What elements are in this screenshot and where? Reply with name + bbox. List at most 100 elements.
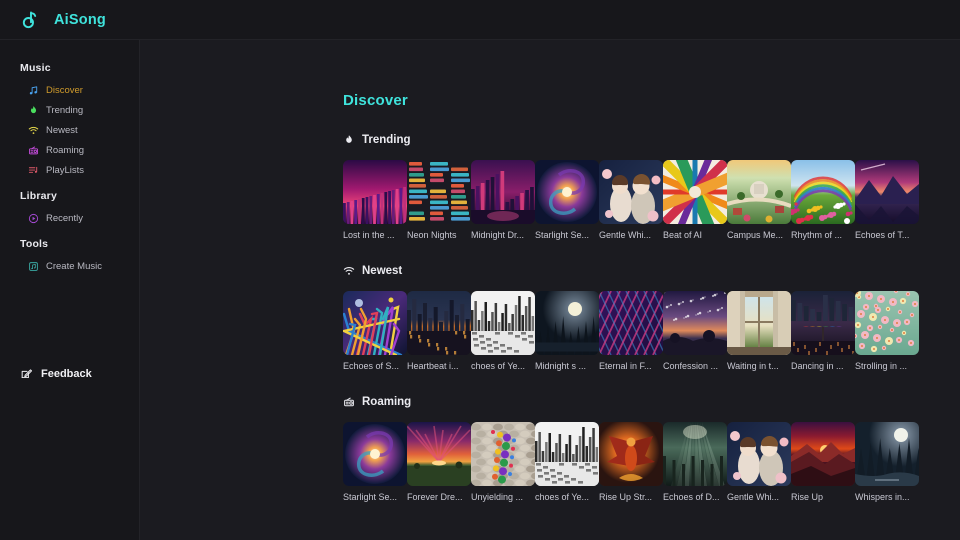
song-title: Gentle Whi... <box>599 231 663 241</box>
sidebar-item-recently[interactable]: Recently <box>0 208 139 228</box>
song-cover-art[interactable] <box>599 291 663 355</box>
song-card[interactable]: Lost in the ... <box>343 160 407 241</box>
song-cover-art[interactable] <box>855 160 919 224</box>
song-card[interactable]: Campus Me... <box>727 160 791 241</box>
song-title: Starlight Se... <box>535 231 599 241</box>
song-card[interactable]: Neon Nights <box>407 160 471 241</box>
song-cover-art[interactable] <box>343 160 407 224</box>
song-cover-art[interactable] <box>663 291 727 355</box>
song-cover-art[interactable] <box>407 422 471 486</box>
song-card[interactable]: Unyielding ... <box>471 422 535 503</box>
song-card[interactable]: Echoes of D... <box>663 422 727 503</box>
song-card[interactable]: Whispers in... <box>855 422 919 503</box>
song-cover-art[interactable] <box>343 422 407 486</box>
card-row: Lost in the ...Neon NightsMidnight Dr...… <box>343 160 960 241</box>
song-card[interactable]: Starlight Se... <box>343 422 407 503</box>
song-card[interactable]: Heartbeat i... <box>407 291 471 372</box>
page-title: Discover <box>343 92 960 109</box>
song-title: Eternal in F... <box>599 362 663 372</box>
song-title: Campus Me... <box>727 231 791 241</box>
song-card[interactable]: Eternal in F... <box>599 291 663 372</box>
song-title: choes of Ye... <box>535 493 599 503</box>
section-newest: NewestEchoes of S...Heartbeat i...choes … <box>343 265 960 372</box>
feedback-button[interactable]: Feedback <box>0 367 92 380</box>
sidebar-item-create-music[interactable]: Create Music <box>0 256 139 276</box>
sidebar-item-newest[interactable]: Newest <box>0 120 139 140</box>
song-cover-art[interactable] <box>471 422 535 486</box>
song-cover-art[interactable] <box>535 291 599 355</box>
radio-icon <box>28 145 39 156</box>
song-cover-art[interactable] <box>727 291 791 355</box>
song-card[interactable]: Rhythm of ... <box>791 160 855 241</box>
playlist-icon <box>28 165 39 176</box>
song-cover-art[interactable] <box>535 422 599 486</box>
song-cover-art[interactable] <box>791 422 855 486</box>
section-title: Trending <box>362 134 411 146</box>
song-card[interactable]: Waiting in t... <box>727 291 791 372</box>
song-card[interactable]: Confession ... <box>663 291 727 372</box>
sidebar-item-discover[interactable]: Discover <box>0 80 139 100</box>
song-title: Forever Dre... <box>407 493 471 503</box>
song-cover-art[interactable] <box>407 291 471 355</box>
song-cover-art[interactable] <box>599 422 663 486</box>
song-card[interactable]: Rise Up <box>791 422 855 503</box>
song-title: Echoes of T... <box>855 231 919 241</box>
song-card[interactable]: Echoes of S... <box>343 291 407 372</box>
song-cover-art[interactable] <box>791 160 855 224</box>
sidebar-item-label: PlayLists <box>46 165 84 176</box>
sidebar-item-label: Newest <box>46 125 78 136</box>
sidebar-item-playlists[interactable]: PlayLists <box>0 160 139 180</box>
song-card[interactable]: choes of Ye... <box>471 291 535 372</box>
song-title: Neon Nights <box>407 231 471 241</box>
feedback-label: Feedback <box>41 368 92 380</box>
song-title: Echoes of S... <box>343 362 407 372</box>
section-header: Roaming <box>343 396 960 408</box>
song-title: Lost in the ... <box>343 231 407 241</box>
app-root: AiSong Music DiscoverTrending Newest Roa… <box>0 0 960 540</box>
song-title: Gentle Whi... <box>727 493 791 503</box>
sidebar-group-title: Music <box>0 52 139 80</box>
song-card[interactable]: Beat of AI <box>663 160 727 241</box>
song-cover-art[interactable] <box>535 160 599 224</box>
song-cover-art[interactable] <box>663 422 727 486</box>
song-title: Heartbeat i... <box>407 362 471 372</box>
song-card[interactable]: Echoes of T... <box>855 160 919 241</box>
song-cover-art[interactable] <box>855 422 919 486</box>
song-card[interactable]: Midnight s ... <box>535 291 599 372</box>
song-cover-art[interactable] <box>343 291 407 355</box>
section-trending: Trending Lost in the ...Neon NightsMidnig… <box>343 134 960 241</box>
sidebar-item-label: Recently <box>46 213 83 224</box>
song-card[interactable]: Starlight Se... <box>535 160 599 241</box>
wifi-icon <box>28 125 39 136</box>
sidebar-item-label: Discover <box>46 85 83 96</box>
flame-icon <box>343 134 355 146</box>
song-title: Beat of AI <box>663 231 727 241</box>
song-card[interactable]: Midnight Dr... <box>471 160 535 241</box>
song-cover-art[interactable] <box>791 291 855 355</box>
song-card[interactable]: Gentle Whi... <box>727 422 791 503</box>
sidebar-item-label: Create Music <box>46 261 102 272</box>
song-card[interactable]: choes of Ye... <box>535 422 599 503</box>
sidebar-item-trending[interactable]: Trending <box>0 100 139 120</box>
song-title: Midnight s ... <box>535 362 599 372</box>
song-title: Echoes of D... <box>663 493 727 503</box>
song-cover-art[interactable] <box>471 291 535 355</box>
song-title: Unyielding ... <box>471 493 535 503</box>
sidebar-item-roaming[interactable]: Roaming <box>0 140 139 160</box>
song-cover-art[interactable] <box>663 160 727 224</box>
song-card[interactable]: Forever Dre... <box>407 422 471 503</box>
song-card[interactable]: Strolling in ... <box>855 291 919 372</box>
section-roaming: Roaming Starlight Se... Forever Dre...Un… <box>343 396 960 503</box>
song-cover-art[interactable] <box>727 422 791 486</box>
music-note-logo-icon[interactable] <box>18 8 42 32</box>
song-cover-art[interactable] <box>727 160 791 224</box>
song-title: choes of Ye... <box>471 362 535 372</box>
song-cover-art[interactable] <box>599 160 663 224</box>
song-card[interactable]: Gentle Whi... <box>599 160 663 241</box>
song-card[interactable]: Dancing in ... <box>791 291 855 372</box>
song-title: Rise Up <box>791 493 855 503</box>
song-cover-art[interactable] <box>471 160 535 224</box>
song-card[interactable]: Rise Up Str... <box>599 422 663 503</box>
song-cover-art[interactable] <box>855 291 919 355</box>
song-cover-art[interactable] <box>407 160 471 224</box>
